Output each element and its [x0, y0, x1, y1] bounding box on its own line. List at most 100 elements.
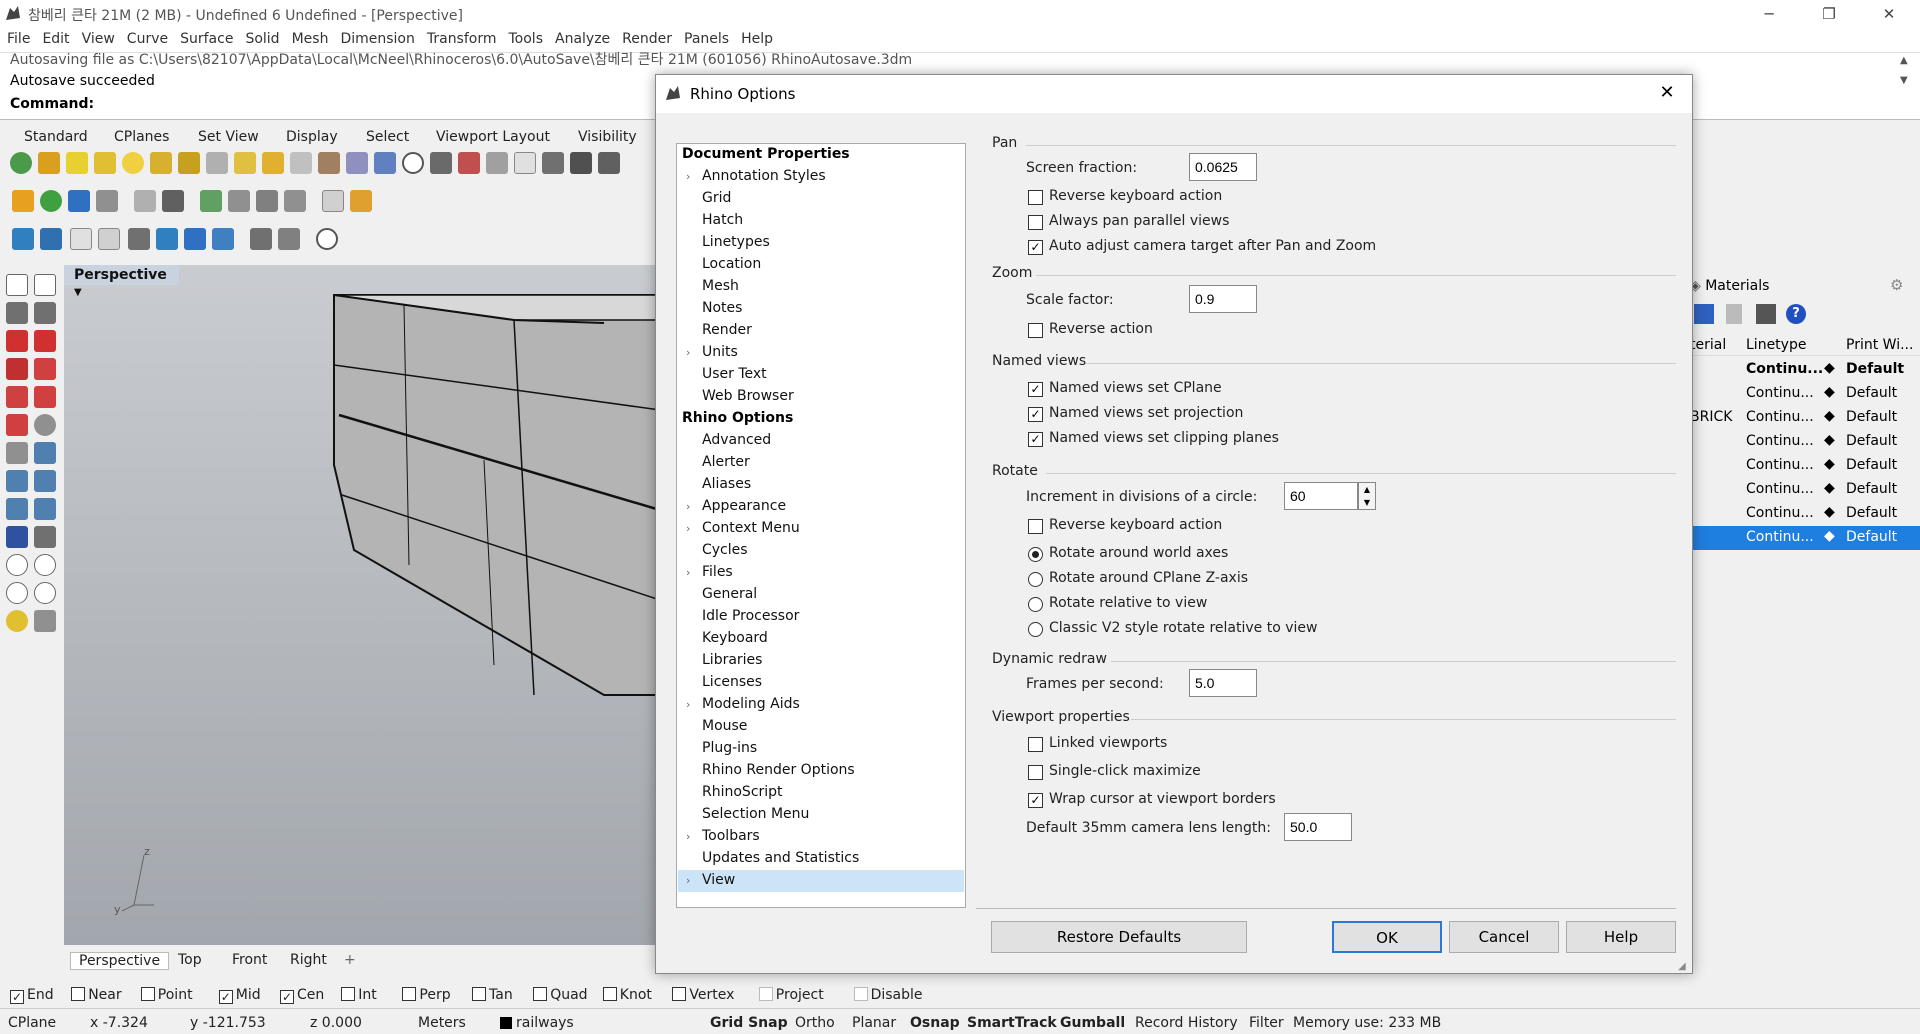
polygon-icon[interactable] — [206, 152, 228, 174]
wrap-cursor-label[interactable]: Wrap cursor at viewport borders — [1049, 791, 1276, 807]
rotate-relative-view-label[interactable]: Rotate relative to view — [1049, 595, 1207, 611]
named-views-cplane-label[interactable]: Named views set CPlane — [1049, 380, 1222, 396]
edit-icon[interactable] — [542, 152, 564, 174]
circle-icon[interactable] — [122, 152, 144, 174]
filter-icon[interactable] — [256, 190, 278, 212]
layer-row[interactable]: Continu... ◆ Default — [1690, 382, 1920, 406]
lens-length-input[interactable] — [1284, 813, 1352, 841]
line-icon[interactable] — [514, 152, 536, 174]
reverse-keyboard-pan-checkbox[interactable] — [1028, 190, 1043, 205]
tree-item-user-text[interactable]: User Text — [702, 366, 767, 382]
osnap-mid[interactable]: ✓ Mid — [218, 987, 261, 1004]
expand-chevron-icon[interactable]: › — [686, 874, 690, 887]
help-icon[interactable]: ? — [1786, 304, 1806, 324]
close-window-icon[interactable]: ✕ — [1866, 0, 1912, 28]
car-icon[interactable] — [68, 190, 90, 212]
menu-dimension[interactable]: Dimension — [333, 28, 419, 47]
osnap-vertex[interactable]: Vertex — [672, 987, 734, 1003]
layer-linetype[interactable]: Continu... — [1746, 505, 1814, 521]
scroll-up-icon[interactable]: ▲ — [1900, 55, 1908, 66]
tree-item-alerter[interactable]: Alerter — [702, 454, 750, 470]
tree-item-keyboard[interactable]: Keyboard — [702, 630, 768, 646]
named-views-clipping-checkbox[interactable]: ✓ — [1028, 432, 1043, 447]
classic-v2-label[interactable]: Classic V2 style rotate relative to view — [1049, 620, 1317, 636]
box-icon[interactable] — [6, 358, 28, 380]
filter-icon[interactable] — [1694, 304, 1714, 324]
expand-chevron-icon[interactable]: › — [686, 346, 690, 359]
boolean-icon[interactable] — [6, 526, 28, 548]
menu-mesh[interactable]: Mesh — [285, 28, 334, 47]
rotate-icon[interactable] — [6, 470, 28, 492]
osnap-checkbox[interactable] — [672, 987, 687, 1001]
restore-icon[interactable]: ❐ — [1806, 0, 1852, 28]
layer-linetype[interactable]: Continu... — [1746, 457, 1814, 473]
named-views-cplane-checkbox[interactable]: ✓ — [1028, 382, 1043, 397]
layer-linetype[interactable]: Continu... — [1746, 481, 1814, 497]
tree-item-notes[interactable]: Notes — [702, 300, 742, 316]
osnap-checkbox[interactable] — [140, 987, 155, 1001]
osnap-checkbox[interactable]: ✓ — [280, 990, 294, 1004]
lines-icon[interactable] — [430, 152, 452, 174]
menu-edit[interactable]: Edit — [35, 28, 74, 47]
analyze-icon[interactable] — [34, 610, 56, 632]
osnap-int[interactable]: Int — [341, 987, 377, 1003]
osnap-checkbox[interactable] — [402, 987, 417, 1001]
layer-linetype[interactable]: Continu... — [1746, 361, 1823, 377]
osnap-checkbox[interactable] — [472, 987, 486, 1001]
tab-display[interactable]: Display — [278, 129, 346, 145]
cube-icon[interactable] — [34, 526, 56, 548]
expand-chevron-icon[interactable]: › — [686, 566, 690, 579]
globe-icon[interactable] — [10, 152, 32, 174]
ortho-toggle[interactable]: Ortho — [795, 1015, 835, 1031]
perspective-viewport[interactable]: z y — [64, 265, 660, 945]
osnap-checkbox[interactable] — [71, 987, 86, 1001]
cplane-label[interactable]: CPlane — [8, 1015, 56, 1031]
select-icon[interactable] — [38, 152, 60, 174]
arrow-icon[interactable] — [346, 152, 368, 174]
menu-tools[interactable]: Tools — [502, 28, 549, 47]
copy-icon[interactable] — [34, 442, 56, 464]
osnap-knot[interactable]: Knot — [602, 987, 652, 1003]
increment-spinner[interactable]: ▲ ▼ — [1358, 482, 1376, 510]
named-views-projection-checkbox[interactable]: ✓ — [1028, 407, 1043, 422]
layer-print-width[interactable]: Default — [1846, 481, 1897, 497]
tree-item-mesh[interactable]: Mesh — [702, 278, 739, 294]
arc-icon[interactable] — [150, 152, 172, 174]
tree-item-libraries[interactable]: Libraries — [702, 652, 762, 668]
menu-panels[interactable]: Panels — [677, 28, 734, 47]
sphere-icon[interactable] — [34, 414, 56, 436]
osnap-checkbox[interactable]: ✓ — [218, 990, 233, 1004]
tree-item-web-browser[interactable]: Web Browser — [702, 388, 794, 404]
layer-print-width[interactable]: Default — [1846, 433, 1897, 449]
expand-chevron-icon[interactable]: › — [686, 830, 690, 843]
osnap-near[interactable]: Near — [71, 987, 122, 1003]
move-icon[interactable] — [6, 442, 28, 464]
minimize-icon[interactable]: ─ — [1746, 0, 1792, 28]
tree-item-units[interactable]: Units — [702, 344, 738, 360]
grid-snap-toggle[interactable]: Grid Snap — [710, 1015, 788, 1031]
scale-icon[interactable] — [34, 470, 56, 492]
command-prompt[interactable]: Command: — [10, 96, 94, 112]
osnap-point[interactable]: Point — [140, 987, 193, 1003]
tree-item-idle-processor[interactable]: Idle Processor — [702, 608, 799, 624]
refresh-icon[interactable] — [40, 190, 62, 212]
osnap-quad[interactable]: Quad — [533, 987, 588, 1003]
display-icon[interactable] — [598, 152, 620, 174]
osnap-checkbox[interactable] — [758, 987, 773, 1001]
tools-icon[interactable] — [1756, 304, 1776, 324]
chart-icon[interactable] — [458, 152, 480, 174]
expand-chevron-icon[interactable]: › — [686, 522, 690, 535]
auto-adjust-label[interactable]: Auto adjust camera target after Pan and … — [1049, 238, 1376, 254]
tree-item-general[interactable]: General — [702, 586, 757, 602]
always-pan-parallel-checkbox[interactable] — [1028, 215, 1043, 230]
osnap-toggle[interactable]: Osnap — [910, 1015, 960, 1031]
resize-grip-icon[interactable]: ◢ — [1678, 961, 1686, 972]
fps-input[interactable] — [1189, 669, 1257, 697]
layer-print-width[interactable]: Default — [1846, 529, 1897, 545]
tree-item-rhinoscript[interactable]: RhinoScript — [702, 784, 783, 800]
viewport-title[interactable]: Perspective ▼ — [64, 265, 179, 298]
rotate-cplane-z-label[interactable]: Rotate around CPlane Z-axis — [1049, 570, 1248, 586]
curve-tool-icon[interactable] — [6, 330, 28, 352]
cylinder-icon[interactable] — [34, 330, 56, 352]
pen-icon[interactable] — [374, 152, 396, 174]
